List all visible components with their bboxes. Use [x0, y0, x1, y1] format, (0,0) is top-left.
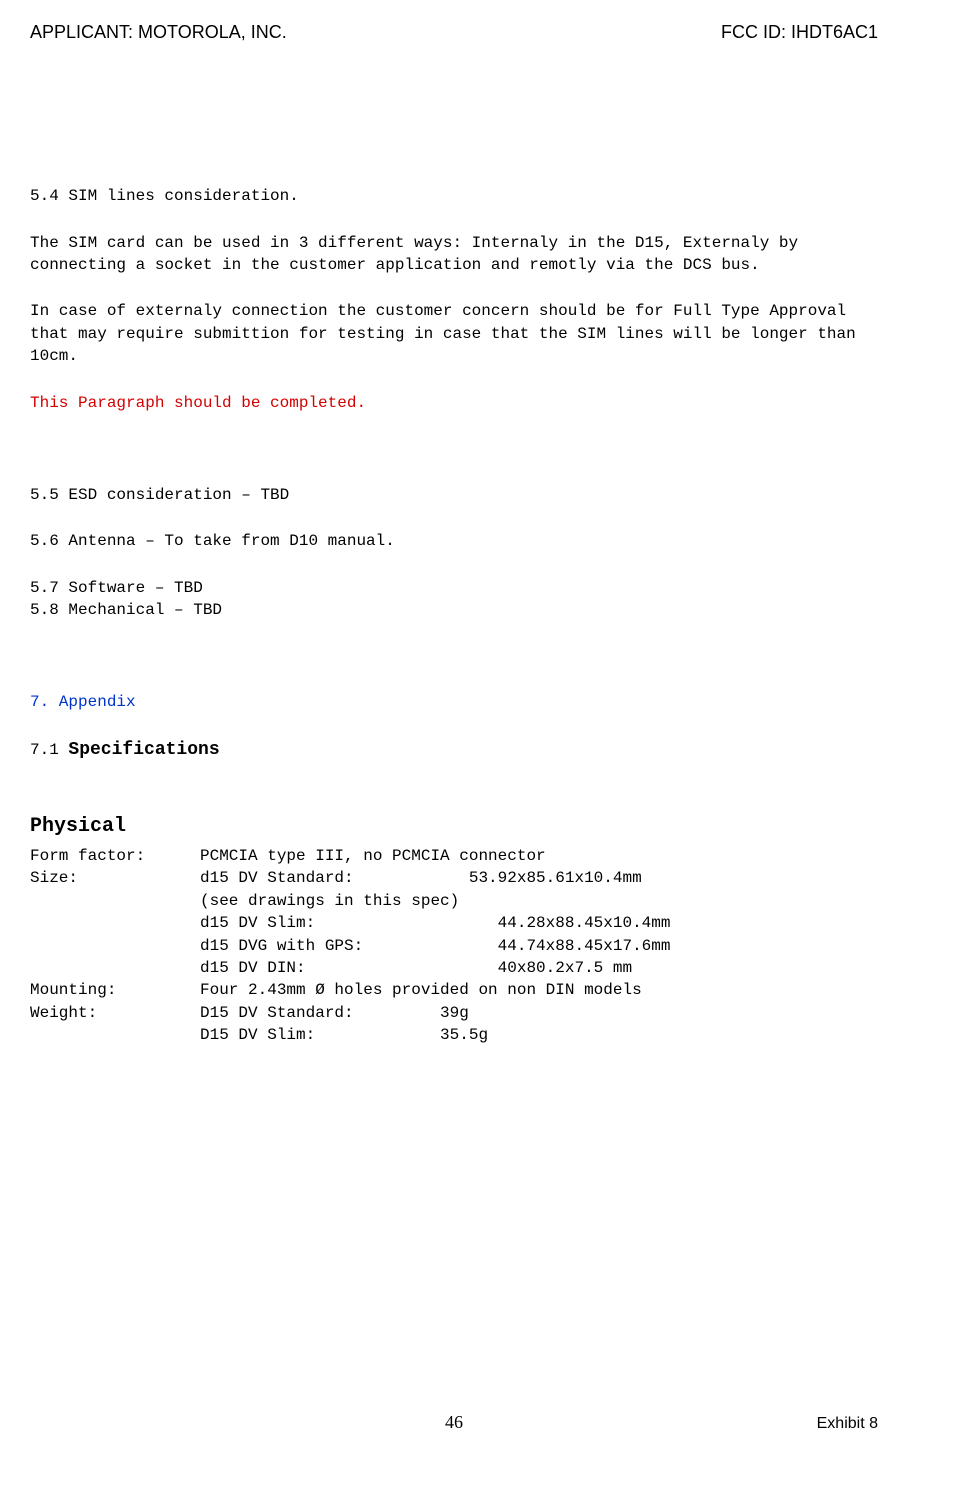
page-footer: 46 Exhibit 8 [30, 1410, 878, 1435]
section-5-4-note: This Paragraph should be completed. [30, 392, 878, 414]
form-factor-row: Form factor: PCMCIA type III, no PCMCIA … [30, 845, 878, 867]
size-row-1: Size: d15 DV Standard: 53.92x85.61x10.4m… [30, 867, 878, 889]
weight-value-1: D15 DV Standard: 39g [200, 1002, 878, 1024]
form-factor-label: Form factor: [30, 845, 200, 867]
size-row-4: d15 DVG with GPS: 44.74x88.45x17.6mm [30, 935, 878, 957]
appendix-heading: 7. Appendix [30, 691, 878, 713]
size-value-3: d15 DV Slim: 44.28x88.45x10.4mm [200, 912, 878, 934]
exhibit-label: Exhibit 8 [778, 1413, 878, 1435]
applicant-text: APPLICANT: MOTOROLA, INC. [30, 20, 287, 45]
spec-num: 7.1 [30, 741, 68, 759]
section-5-4-para2: In case of externaly connection the cust… [30, 300, 878, 367]
weight-label: Weight: [30, 1002, 200, 1024]
size-value-2: (see drawings in this spec) [200, 890, 878, 912]
section-5-7: 5.7 Software – TBD [30, 577, 878, 599]
section-5-5: 5.5 ESD consideration – TBD [30, 484, 878, 506]
mounting-value: Four 2.43mm Ø holes provided on non DIN … [200, 979, 878, 1001]
weight-row-1: Weight: D15 DV Standard: 39g [30, 1002, 878, 1024]
size-label: Size: [30, 867, 200, 889]
size-row-2: (see drawings in this spec) [30, 890, 878, 912]
mounting-label: Mounting: [30, 979, 200, 1001]
form-factor-value: PCMCIA type III, no PCMCIA connector [200, 845, 878, 867]
size-value-4: d15 DVG with GPS: 44.74x88.45x17.6mm [200, 935, 878, 957]
size-value-1: d15 DV Standard: 53.92x85.61x10.4mm [200, 867, 878, 889]
specifications-heading: 7.1 Specifications [30, 738, 878, 763]
size-row-5: d15 DV DIN: 40x80.2x7.5 mm [30, 957, 878, 979]
section-5-4-para1: The SIM card can be used in 3 different … [30, 232, 878, 277]
weight-row-2: D15 DV Slim: 35.5g [30, 1024, 878, 1046]
physical-heading: Physical [30, 813, 878, 841]
page-number: 46 [445, 1410, 463, 1435]
section-5-6: 5.6 Antenna – To take from D10 manual. [30, 530, 878, 552]
spec-title: Specifications [68, 740, 219, 760]
mounting-row: Mounting: Four 2.43mm Ø holes provided o… [30, 979, 878, 1001]
size-value-5: d15 DV DIN: 40x80.2x7.5 mm [200, 957, 878, 979]
section-5-4-title: 5.4 SIM lines consideration. [30, 185, 878, 207]
size-row-3: d15 DV Slim: 44.28x88.45x10.4mm [30, 912, 878, 934]
weight-value-2: D15 DV Slim: 35.5g [200, 1024, 878, 1046]
section-5-8: 5.8 Mechanical – TBD [30, 599, 878, 621]
page-header: APPLICANT: MOTOROLA, INC. FCC ID: IHDT6A… [30, 20, 878, 45]
fcc-id-text: FCC ID: IHDT6AC1 [721, 20, 878, 45]
